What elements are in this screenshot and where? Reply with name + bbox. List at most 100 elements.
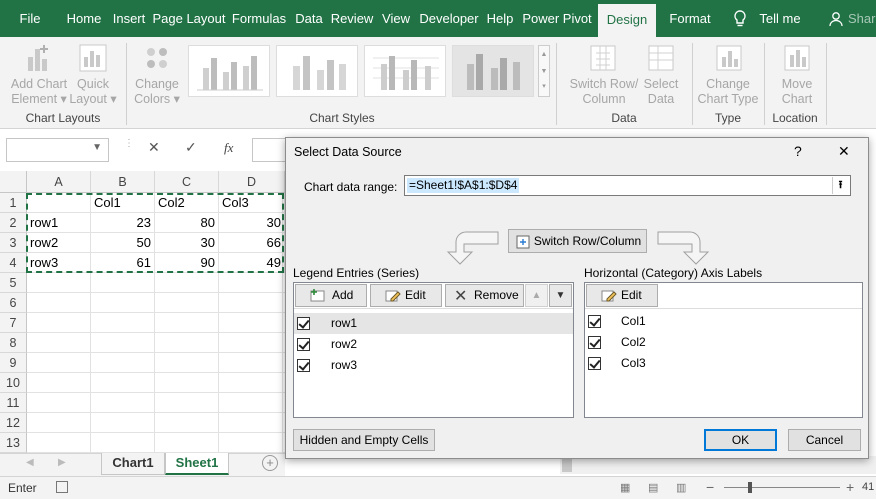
- chart-style-3[interactable]: [364, 45, 446, 97]
- list-item[interactable]: row1: [294, 313, 573, 334]
- add-series-button[interactable]: Add: [295, 284, 367, 307]
- tab-home[interactable]: Home: [62, 0, 106, 37]
- tab-format[interactable]: Format: [662, 0, 718, 37]
- move-chart-button[interactable]: Move Chart: [772, 77, 822, 107]
- row-header[interactable]: 12: [0, 413, 27, 433]
- row-header[interactable]: 5: [0, 273, 27, 293]
- tab-file[interactable]: File: [10, 0, 50, 37]
- share-button[interactable]: Share: [848, 0, 876, 37]
- zoom-out-icon[interactable]: −: [706, 479, 714, 495]
- tab-insert[interactable]: Insert: [110, 0, 148, 37]
- tab-data[interactable]: Data: [292, 0, 326, 37]
- sheet-tab-sheet1[interactable]: Sheet1: [165, 453, 229, 475]
- tab-developer[interactable]: Developer: [418, 0, 480, 37]
- column-header[interactable]: B: [91, 171, 155, 193]
- tab-page-layout[interactable]: Page Layout: [152, 0, 226, 37]
- column-header[interactable]: C: [155, 171, 219, 193]
- list-item[interactable]: row3: [294, 355, 573, 376]
- normal-view-icon[interactable]: ▦: [620, 481, 630, 494]
- enter-entry-icon[interactable]: ✓: [185, 139, 205, 159]
- name-box[interactable]: ▼: [6, 138, 109, 162]
- macro-record-icon[interactable]: [56, 481, 68, 493]
- row-header[interactable]: 3: [0, 233, 27, 253]
- change-colors-button[interactable]: Change Colors ▾: [130, 77, 184, 107]
- group-label-location: Location: [772, 111, 818, 125]
- zoom-slider[interactable]: [724, 487, 840, 488]
- list-item[interactable]: Col2: [585, 332, 862, 353]
- remove-series-button[interactable]: ✕ Remove: [445, 284, 524, 307]
- tell-me-search[interactable]: Tell me: [756, 0, 804, 37]
- switch-icon: [516, 234, 530, 256]
- move-down-button[interactable]: ▼: [549, 284, 572, 307]
- legend-entries-panel: Add Edit ✕ Remove ▲ ▼ row1 row2 row3: [293, 282, 574, 418]
- row-header[interactable]: 4: [0, 253, 27, 273]
- chart-style-4[interactable]: [452, 45, 534, 97]
- cancel-entry-icon[interactable]: ✕: [148, 139, 168, 159]
- row-header[interactable]: 10: [0, 373, 27, 393]
- series-checkbox[interactable]: [297, 317, 310, 330]
- scrollbar-thumb[interactable]: [562, 458, 572, 472]
- row-header[interactable]: 6: [0, 293, 27, 313]
- collapse-dialog-icon[interactable]: ⭱: [832, 177, 848, 194]
- page-break-view-icon[interactable]: ▥: [676, 481, 686, 494]
- tab-view[interactable]: View: [378, 0, 414, 37]
- edit-axis-labels-button[interactable]: Edit: [586, 284, 658, 307]
- scroll-right-icon[interactable]: ▶: [58, 457, 66, 468]
- hidden-empty-cells-button[interactable]: Hidden and Empty Cells: [293, 429, 435, 451]
- new-sheet-icon[interactable]: +: [262, 455, 278, 471]
- row-header[interactable]: 8: [0, 333, 27, 353]
- cancel-button[interactable]: Cancel: [788, 429, 861, 451]
- tab-formulas[interactable]: Formulas: [230, 0, 288, 37]
- series-checkbox[interactable]: [297, 359, 310, 372]
- sheet-tab-chart1[interactable]: Chart1: [101, 453, 165, 475]
- close-icon[interactable]: ✕: [838, 143, 850, 160]
- category-checkbox[interactable]: [588, 315, 601, 328]
- switch-row-column-dialog-button[interactable]: Switch Row/Column: [508, 229, 647, 253]
- chart-styles-scroll[interactable]: ▲ ▼ ▾: [538, 45, 550, 97]
- tab-power-pivot[interactable]: Power Pivot: [520, 0, 594, 37]
- series-checkbox[interactable]: [297, 338, 310, 351]
- insert-function-icon[interactable]: fx: [224, 140, 244, 160]
- column-header[interactable]: D: [219, 171, 285, 193]
- switch-row-column-button[interactable]: Switch Row/Column: [566, 77, 642, 107]
- list-item[interactable]: Col1: [585, 311, 862, 332]
- scroll-left-icon[interactable]: ◀: [26, 457, 34, 468]
- tab-help[interactable]: Help: [484, 0, 516, 37]
- add-chart-element-button[interactable]: Add Chart Element ▾: [8, 77, 70, 107]
- select-data-button[interactable]: Select Data: [640, 77, 682, 107]
- row-header[interactable]: 1: [0, 193, 27, 213]
- zoom-slider-thumb[interactable]: [748, 482, 752, 493]
- tab-review[interactable]: Review: [330, 0, 374, 37]
- select-data-source-dialog: Select Data Source ? ✕ Chart data range:…: [285, 137, 869, 459]
- axis-labels-panel: Edit Col1 Col2 Col3: [584, 282, 863, 418]
- edit-series-button[interactable]: Edit: [370, 284, 442, 307]
- group-label-type: Type: [714, 111, 741, 125]
- change-chart-type-button[interactable]: Change Chart Type: [696, 77, 760, 107]
- chart-data-range-input[interactable]: =Sheet1!$A$1:$D$4 ⭱: [404, 175, 851, 196]
- category-checkbox[interactable]: [588, 336, 601, 349]
- zoom-level[interactable]: 41: [862, 481, 874, 493]
- tab-design[interactable]: Design: [598, 4, 656, 37]
- group-label-data: Data: [611, 111, 637, 125]
- category-checkbox[interactable]: [588, 357, 601, 370]
- select-all-corner[interactable]: [0, 171, 27, 193]
- page-layout-view-icon[interactable]: ▤: [648, 481, 658, 494]
- zoom-in-icon[interactable]: +: [846, 479, 854, 495]
- ribbon-tab-bar: File Home Insert Page Layout Formulas Da…: [0, 0, 876, 37]
- ok-button[interactable]: OK: [704, 429, 777, 451]
- list-item[interactable]: row2: [294, 334, 573, 355]
- quick-layout-button[interactable]: Quick Layout ▾: [68, 77, 118, 107]
- help-icon[interactable]: ?: [794, 143, 802, 159]
- move-up-button[interactable]: ▲: [525, 284, 548, 307]
- list-item[interactable]: Col3: [585, 353, 862, 374]
- chart-style-1[interactable]: [188, 45, 270, 97]
- row-header[interactable]: 11: [0, 393, 27, 413]
- column-header[interactable]: A: [27, 171, 91, 193]
- chart-style-2[interactable]: [276, 45, 358, 97]
- row-header[interactable]: 9: [0, 353, 27, 373]
- row-header[interactable]: 7: [0, 313, 27, 333]
- category-name: Col3: [621, 356, 646, 370]
- row-header[interactable]: 2: [0, 213, 27, 233]
- chevron-down-icon[interactable]: ▼: [92, 142, 102, 153]
- row-header[interactable]: 13: [0, 433, 27, 453]
